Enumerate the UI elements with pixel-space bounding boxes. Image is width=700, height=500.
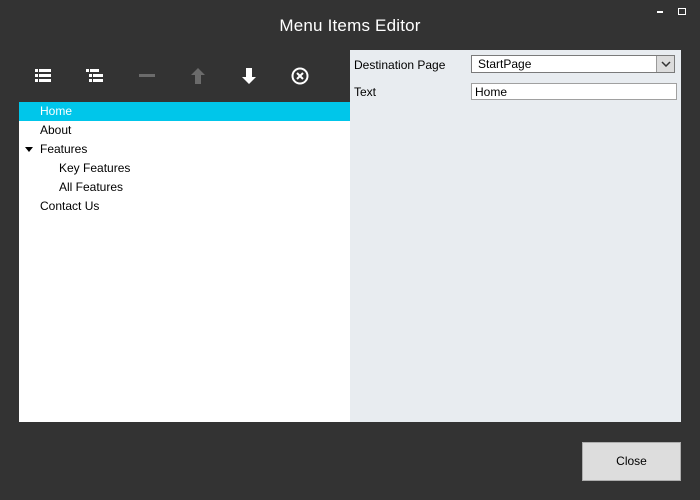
tree-item-contact-us[interactable]: Contact Us: [19, 197, 350, 216]
text-label: Text: [354, 85, 377, 99]
destination-page-value: StartPage: [478, 57, 532, 71]
move-up-icon: [191, 68, 205, 84]
minimize-icon[interactable]: [653, 5, 667, 17]
tree-item-label: Features: [40, 142, 88, 156]
tree-item-label: Home: [40, 104, 73, 118]
tree-item-home[interactable]: Home: [19, 102, 350, 121]
delete-icon: [291, 67, 309, 85]
text-input[interactable]: [471, 83, 677, 100]
move-down-icon: [242, 68, 256, 84]
close-button[interactable]: Close: [582, 442, 681, 481]
menu-items-tree[interactable]: Home About Features Key Features All Fea…: [19, 102, 350, 422]
tree-item-about[interactable]: About: [19, 121, 350, 140]
delete-button[interactable]: [284, 60, 316, 92]
tree-item-key-features[interactable]: Key Features: [19, 159, 350, 178]
destination-page-label: Destination Page: [354, 58, 446, 72]
remove-button[interactable]: [131, 60, 163, 92]
tree-item-label: All Features: [59, 180, 124, 194]
tree-item-features[interactable]: Features: [19, 140, 350, 159]
properties-panel: Destination Page StartPage Text: [350, 50, 681, 422]
maximize-icon[interactable]: [675, 5, 689, 17]
add-item-icon: [35, 69, 52, 82]
destination-page-select[interactable]: StartPage: [471, 55, 675, 73]
tree-item-label: Contact Us: [40, 199, 100, 213]
tree-item-label: About: [40, 123, 72, 137]
chevron-down-icon[interactable]: [656, 56, 674, 72]
remove-icon: [139, 74, 155, 77]
tree-item-all-features[interactable]: All Features: [19, 178, 350, 197]
window-title: Menu Items Editor: [279, 16, 421, 35]
tree-item-label: Key Features: [59, 161, 131, 175]
move-down-button[interactable]: [233, 60, 265, 92]
expand-arrow-icon[interactable]: [25, 147, 33, 152]
toolbar: [19, 60, 350, 92]
add-item-button[interactable]: [28, 60, 60, 92]
add-child-item-icon: [86, 69, 103, 82]
add-child-item-button[interactable]: [79, 60, 111, 92]
move-up-button[interactable]: [182, 60, 214, 92]
